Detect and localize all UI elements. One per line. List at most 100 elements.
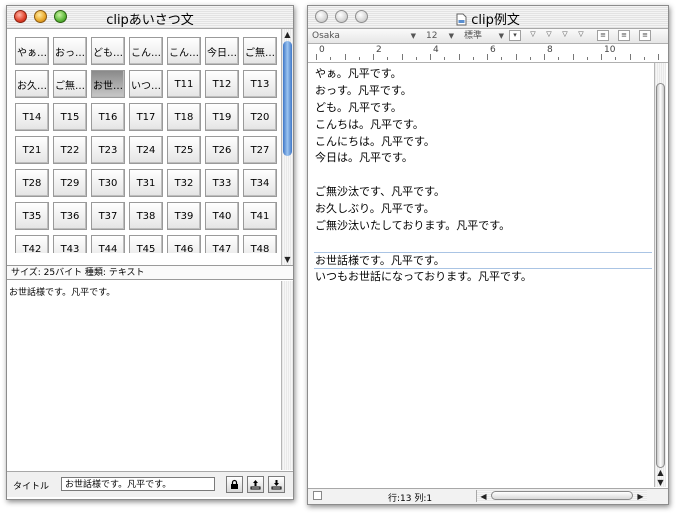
clip-cell-button[interactable]: T22 <box>53 136 87 164</box>
clip-cell-button[interactable]: T37 <box>91 202 125 230</box>
clip-cell-button[interactable]: T31 <box>129 169 163 197</box>
clip-cell-button[interactable]: T38 <box>129 202 163 230</box>
clip-cell-button[interactable]: T45 <box>129 235 163 253</box>
clip-cell-button[interactable]: T12 <box>205 70 239 98</box>
document-text[interactable]: やぁ。凡平です。 おっす。凡平です。 ども。凡平です。 こんちは。凡平です。 こんにちは… <box>314 66 653 286</box>
page-icon[interactable] <box>313 491 322 500</box>
tab-menu-button[interactable]: ▽ <box>575 30 587 41</box>
grid-scrollbar[interactable]: ▲ ▼ <box>281 29 293 265</box>
align-center-icon[interactable]: ≡ <box>618 30 630 41</box>
text-line[interactable]: おっす。凡平です。 <box>315 83 653 100</box>
scroll-down-arrow-icon[interactable]: ▼ <box>655 478 666 487</box>
clip-cell-button[interactable]: T43 <box>53 235 87 253</box>
clip-preview-text[interactable]: お世話様です。凡平です。 <box>9 285 115 298</box>
scroll-down-arrow-icon[interactable]: ▼ <box>282 255 293 264</box>
clip-cell-button[interactable]: ども… <box>91 37 125 65</box>
clip-cell-button[interactable]: T47 <box>205 235 239 253</box>
align-justify-icon[interactable]: ≡ <box>597 30 609 41</box>
scroll-up-arrow-icon[interactable]: ▲ <box>282 30 293 39</box>
clip-cell-button[interactable]: T25 <box>167 136 201 164</box>
clip-cell-button[interactable]: やぁ… <box>15 37 49 65</box>
export-button[interactable] <box>247 476 264 493</box>
color-menu-button[interactable]: ▽ <box>527 30 539 41</box>
align-right-icon[interactable]: ≡ <box>639 30 651 41</box>
scroll-right-arrow-icon[interactable]: ▶ <box>635 492 646 501</box>
clip-cell-button[interactable]: おっ… <box>53 37 87 65</box>
clip-cell-button[interactable]: いつ… <box>129 70 163 98</box>
clip-cell-button[interactable]: T34 <box>243 169 277 197</box>
clip-cell-button[interactable]: ご無… <box>53 70 87 98</box>
text-line[interactable]: やぁ。凡平です。 <box>315 66 653 83</box>
ruler-tick <box>373 54 374 60</box>
horizontal-scrollbar[interactable]: ◀ ▶ <box>476 490 647 502</box>
clip-cell-button[interactable]: T11 <box>167 70 201 98</box>
clip-cell-button[interactable]: T44 <box>91 235 125 253</box>
text-line[interactable] <box>315 167 653 184</box>
text-line[interactable]: こんにちは。凡平です。 <box>315 134 653 151</box>
clip-cell-button[interactable]: T36 <box>53 202 87 230</box>
clip-cell-button[interactable]: T16 <box>91 103 125 131</box>
ruler[interactable]: 0 2 4 6 8 10 <box>308 44 668 63</box>
text-line[interactable]: ども。凡平です。 <box>315 100 653 117</box>
clip-cell-button[interactable]: T40 <box>205 202 239 230</box>
list-menu-button[interactable]: ▽ <box>559 30 571 41</box>
text-line[interactable]: お久しぶり。凡平です。 <box>315 201 653 218</box>
clip-cell-button[interactable]: お世… <box>91 70 125 98</box>
title-input[interactable]: お世話様です。凡平です。 <box>61 477 215 491</box>
scroll-left-arrow-icon[interactable]: ◀ <box>478 492 489 501</box>
import-button[interactable] <box>268 476 285 493</box>
style-popup[interactable]: 標準 ▼ <box>464 30 504 42</box>
clip-cell-button[interactable]: T30 <box>91 169 125 197</box>
right-titlebar[interactable]: clip例文 <box>308 6 668 29</box>
clip-cell-button[interactable]: T33 <box>205 169 239 197</box>
preview-scrollbar[interactable] <box>281 281 293 470</box>
clip-cell-button[interactable]: T35 <box>15 202 49 230</box>
clip-cell-button[interactable]: T32 <box>167 169 201 197</box>
ruler-number: 6 <box>490 45 496 55</box>
clip-cell-button[interactable]: 今日… <box>205 37 239 65</box>
clip-cell-button[interactable]: T23 <box>91 136 125 164</box>
clip-cell-button[interactable]: こん… <box>167 37 201 65</box>
scroll-up-arrow-icon[interactable]: ▲ <box>655 468 666 477</box>
clip-cell-button[interactable]: お久… <box>15 70 49 98</box>
clip-cell-button[interactable]: T48 <box>243 235 277 253</box>
clip-cell-button[interactable]: T39 <box>167 202 201 230</box>
size-popup[interactable]: 12 ▼ <box>426 30 454 42</box>
document-scrollbar[interactable]: ▲ ▼ <box>654 63 666 487</box>
clip-cell-button[interactable]: こん… <box>129 37 163 65</box>
grid-scroll-thumb[interactable] <box>283 41 292 156</box>
clip-cell-button[interactable]: T24 <box>129 136 163 164</box>
text-line[interactable] <box>315 235 653 252</box>
clip-cell-button[interactable]: T18 <box>167 103 201 131</box>
font-popup[interactable]: Osaka ▼ <box>312 30 416 42</box>
box-menu-button[interactable]: ▾ <box>509 30 521 41</box>
text-line[interactable]: ご無沙汰いたしております。凡平です。 <box>315 218 653 235</box>
text-line[interactable]: ご無沙汰です、凡平です。 <box>315 184 653 201</box>
text-line[interactable]: いつもお世話になっております。凡平です。 <box>315 269 653 286</box>
spacing-menu-button[interactable]: ▽ <box>543 30 555 41</box>
clip-cell-button[interactable]: T27 <box>243 136 277 164</box>
clip-cell-button[interactable]: T14 <box>15 103 49 131</box>
text-line[interactable]: こんちは。凡平です。 <box>315 117 653 134</box>
text-line[interactable]: お世話様です。凡平です。 <box>314 251 652 269</box>
clip-cell-button[interactable]: ご無… <box>243 37 277 65</box>
clip-cell-button[interactable]: T42 <box>15 235 49 253</box>
horizontal-scroll-thumb[interactable] <box>491 491 633 500</box>
clip-cell-button[interactable]: T29 <box>53 169 87 197</box>
clip-cell-button[interactable]: T19 <box>205 103 239 131</box>
clip-cell-button[interactable]: T26 <box>205 136 239 164</box>
clip-cell-button[interactable]: T41 <box>243 202 277 230</box>
document-scroll-thumb[interactable] <box>656 83 665 468</box>
clip-cell-button[interactable]: T13 <box>243 70 277 98</box>
ruler-tick <box>330 57 332 60</box>
ruler-number: 2 <box>376 45 382 55</box>
text-line[interactable]: 今日は。凡平です。 <box>315 150 653 167</box>
clip-cell-button[interactable]: T28 <box>15 169 49 197</box>
lock-button[interactable] <box>226 476 243 493</box>
left-titlebar[interactable]: clipあいさつ文 <box>7 6 293 29</box>
clip-cell-button[interactable]: T17 <box>129 103 163 131</box>
clip-cell-button[interactable]: T15 <box>53 103 87 131</box>
clip-cell-button[interactable]: T46 <box>167 235 201 253</box>
clip-cell-button[interactable]: T20 <box>243 103 277 131</box>
clip-cell-button[interactable]: T21 <box>15 136 49 164</box>
